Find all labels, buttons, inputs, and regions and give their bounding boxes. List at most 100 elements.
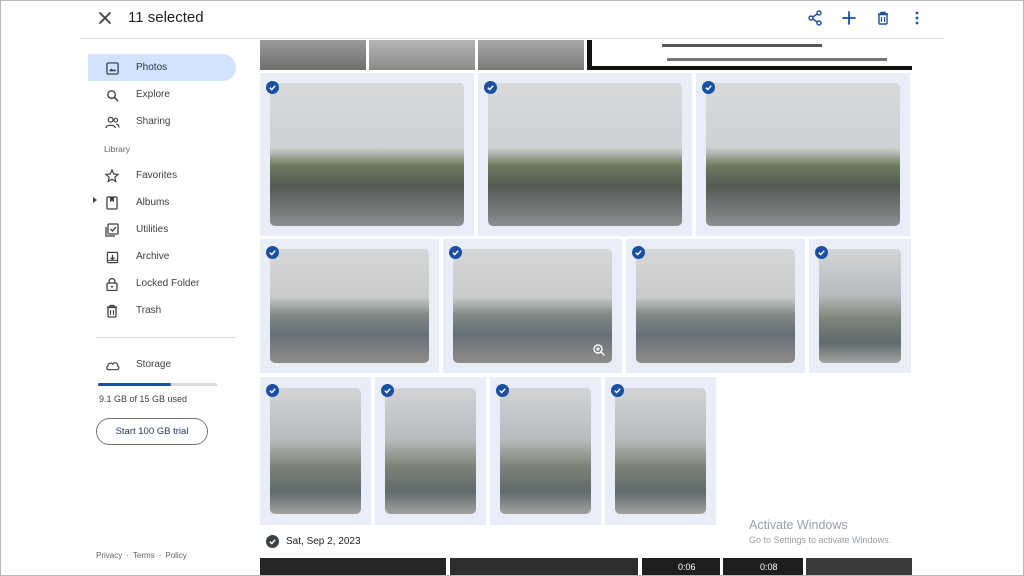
sidebar-item-storage[interactable]: Storage [88,351,238,378]
photo-thumbnail [270,83,464,226]
photo-tile[interactable] [809,239,911,373]
privacy-link[interactable]: Privacy [96,551,122,560]
photo-thumbnail[interactable] [369,40,475,70]
start-trial-button[interactable]: Start 100 GB trial [96,418,208,445]
storage-usage-fill [98,383,171,386]
photo-thumbnail[interactable] [260,40,366,70]
share-button[interactable] [804,7,826,29]
sidebar-item-albums[interactable]: Albums [88,189,238,216]
terms-link[interactable]: Terms [133,551,155,560]
photo-thumbnail [385,388,476,514]
photo-thumbnail [270,249,429,363]
lock-icon [104,276,120,292]
selected-check-icon[interactable] [702,81,715,94]
photo-thumbnail [500,388,591,514]
date-group-label: Sat, Sep 2, 2023 [286,536,361,547]
sidebar: Photos Explore Sharing Library Favorites… [88,54,238,574]
photo-tile[interactable] [260,73,474,236]
footer-links: Privacy · Terms · Policy [96,551,187,560]
photo-tile[interactable] [478,73,692,236]
more-vert-icon [915,11,919,25]
footer-separator: · [126,551,129,560]
trash-icon [104,303,120,319]
selected-check-icon[interactable] [266,81,279,94]
sidebar-item-label: Explore [136,89,170,100]
sidebar-item-label: Favorites [136,170,178,181]
delete-button[interactable] [872,7,894,29]
photo-tile[interactable] [605,377,716,525]
sidebar-item-photos[interactable]: Photos [88,54,236,81]
sidebar-item-label: Utilities [136,224,169,235]
photo-thumbnail [819,249,901,363]
sidebar-item-locked-folder[interactable]: Locked Folder [88,270,238,297]
sidebar-item-label: Trash [136,305,162,316]
album-icon [104,195,120,211]
photo-thumbnail[interactable] [478,40,584,70]
toolbar-divider [80,38,944,39]
photo-thumbnail [636,249,795,363]
selected-check-icon[interactable] [484,81,497,94]
sidebar-item-label: Archive [136,251,170,262]
sidebar-item-label: Photos [136,62,168,73]
add-to-button[interactable] [838,7,860,29]
photo-tile[interactable] [260,377,371,525]
photo-thumbnail[interactable] [587,40,912,70]
share-icon [808,10,822,26]
selected-check-icon[interactable] [611,384,624,397]
document-text-line [667,58,887,61]
date-group-header: Sat, Sep 2, 2023 [266,535,361,548]
sidebar-item-favorites[interactable]: Favorites [88,162,238,189]
sidebar-item-explore[interactable]: Explore [88,81,238,108]
sidebar-item-archive[interactable]: Archive [88,243,238,270]
photo-tile[interactable] [443,239,622,373]
policy-link[interactable]: Policy [165,551,186,560]
close-selection-button[interactable] [94,7,116,29]
people-icon [104,114,120,130]
cloud-icon [104,357,120,373]
selected-check-icon[interactable] [449,246,462,259]
sidebar-item-trash[interactable]: Trash [88,297,238,324]
selected-check-icon[interactable] [381,384,394,397]
selected-check-icon[interactable] [266,246,279,259]
photo-thumbnail [615,388,706,514]
selected-check-icon[interactable] [815,246,828,259]
selected-check-icon[interactable] [496,384,509,397]
expand-caret-icon[interactable] [93,197,97,203]
selected-check-icon[interactable] [266,384,279,397]
photo-thumbnail[interactable] [806,558,912,576]
watermark-subtitle: Go to Settings to activate Windows. [749,535,892,545]
photo-thumbnail [453,249,612,363]
document-text-line [662,44,822,47]
photo-tile[interactable] [260,239,439,373]
zoom-in-icon[interactable] [592,343,606,357]
selection-count-title: 11 selected [128,9,204,26]
video-duration: 0:06 [678,562,696,572]
photo-tile[interactable] [375,377,486,525]
sidebar-item-label: Storage [136,359,172,370]
close-icon [99,12,111,24]
storage-used-text: 9.1 GB of 15 GB used [99,394,188,404]
sidebar-item-label: Locked Folder [136,278,200,289]
more-options-button[interactable] [906,7,928,29]
photo-thumbnail[interactable] [260,558,446,576]
watermark-title: Activate Windows [749,518,848,532]
star-icon [104,168,120,184]
library-section-label: Library [104,143,130,154]
photo-thumbnail [270,388,361,514]
add-icon [842,11,856,25]
photo-tile[interactable] [626,239,805,373]
selected-check-icon[interactable] [632,246,645,259]
storage-usage-bar [98,383,217,386]
select-date-group-check-icon[interactable] [266,535,279,548]
sidebar-item-sharing[interactable]: Sharing [88,108,238,135]
search-icon [104,87,120,103]
activate-windows-watermark: Activate Windows Go to Settings to activ… [749,518,891,545]
photos-icon [104,60,120,76]
photo-tile[interactable] [696,73,910,236]
photo-thumbnail [488,83,682,226]
photo-tile[interactable] [490,377,601,525]
footer-separator: · [158,551,162,560]
photo-thumbnail[interactable] [450,558,638,576]
sidebar-item-utilities[interactable]: Utilities [88,216,238,243]
sidebar-divider [96,337,236,338]
